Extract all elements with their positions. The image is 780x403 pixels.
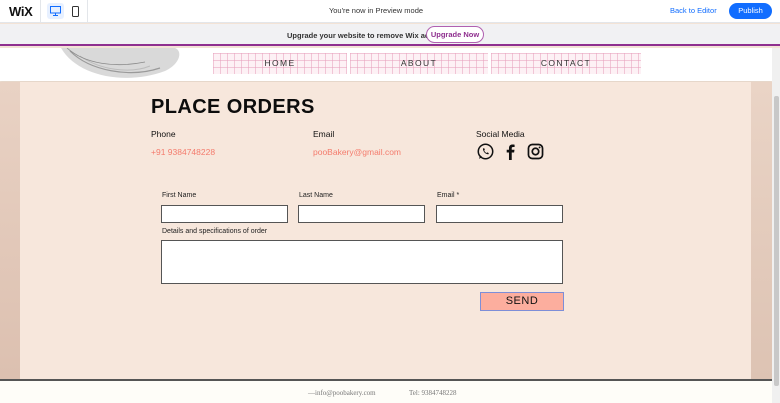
header-decoration-image [61, 48, 180, 78]
nav-item-label: HOME [264, 58, 296, 68]
upgrade-banner: Upgrade your website to remove Wix ads U… [0, 24, 780, 46]
footer-phone: Tel: 9384748228 [409, 389, 457, 397]
back-to-editor-link[interactable]: Back to Editor [670, 6, 717, 15]
email-label: Email [313, 129, 335, 139]
upgrade-now-button[interactable]: Upgrade Now [426, 26, 484, 43]
email-input[interactable] [436, 205, 563, 223]
last-name-input[interactable] [298, 205, 425, 223]
phone-label: Phone [151, 129, 176, 139]
first-name-label: First Name [162, 192, 197, 199]
upgrade-text: Upgrade your website to remove Wix ads [287, 31, 434, 40]
phone-value[interactable]: +91 9384748228 [151, 147, 215, 157]
scrollbar-thumb[interactable] [774, 96, 779, 386]
nav-item-label: ABOUT [400, 58, 438, 68]
nav-item-about[interactable]: ABOUT [350, 53, 488, 74]
details-label: Details and specifications of order [162, 228, 268, 235]
social-media-label: Social Media [476, 129, 525, 139]
background-image-left [0, 82, 20, 379]
first-name-input[interactable] [161, 205, 288, 223]
preview-mode-text: You're now in Preview mode [328, 6, 424, 15]
facebook-icon[interactable] [501, 142, 520, 161]
nav-item-label: CONTACT [540, 58, 592, 68]
page-title: PLACE ORDERS [151, 96, 315, 118]
email-field-label: Email * [437, 192, 460, 199]
nav-item-home[interactable]: HOME [213, 53, 347, 74]
wix-preview-bar: WiX You're now in Preview mode Back to E… [0, 0, 780, 23]
content-panel [20, 82, 751, 379]
last-name-label: Last Name [299, 192, 333, 199]
whatsapp-icon[interactable] [476, 142, 495, 161]
site-footer: —info@poobakery.com Tel: 9384748228 [0, 379, 772, 403]
background-image-right [751, 82, 772, 379]
nav-item-contact[interactable]: CONTACT [491, 53, 641, 74]
details-textarea[interactable] [161, 240, 563, 284]
instagram-icon[interactable] [526, 142, 545, 161]
site-header: HOME ABOUT CONTACT [0, 48, 772, 81]
send-button[interactable]: SEND [480, 292, 564, 311]
email-value[interactable]: pooBakery@gmail.com [313, 147, 401, 157]
footer-email[interactable]: —info@poobakery.com [308, 389, 376, 397]
publish-button[interactable]: Publish [729, 3, 772, 19]
